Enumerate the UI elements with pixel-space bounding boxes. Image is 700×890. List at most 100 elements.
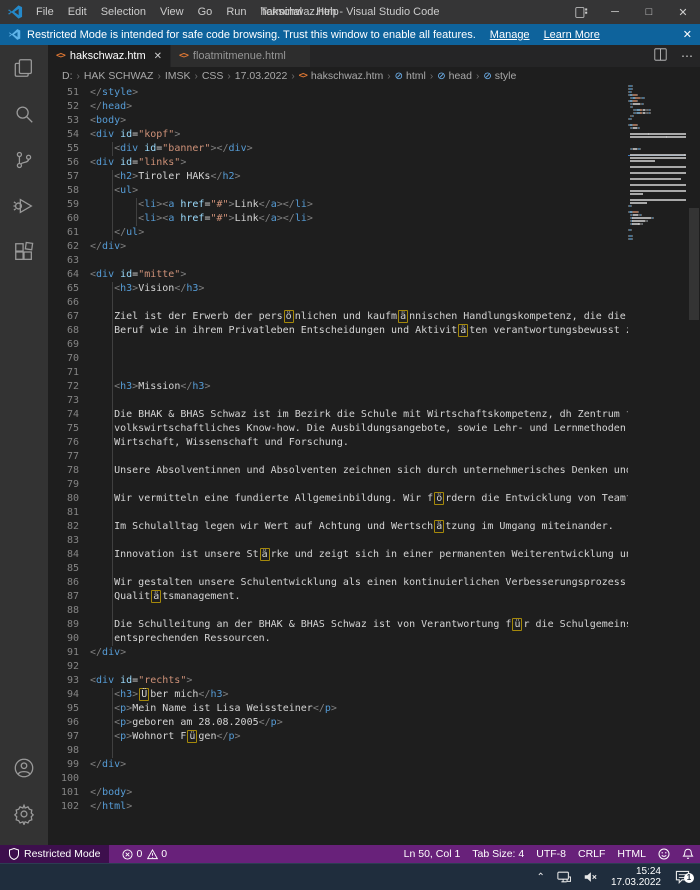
line-number[interactable]: 65 [61,282,79,296]
code-line-81[interactable]: 81 [48,506,628,520]
code-line-76[interactable]: 76 Wirtschaft, Wissenschaft und Forschun… [48,436,628,450]
tab-hakschwaz.htm[interactable]: <>hakschwaz.htm✕ [48,45,171,67]
line-number[interactable]: 76 [61,436,79,450]
line-number[interactable]: 84 [61,548,79,562]
search-icon[interactable] [0,91,48,137]
menu-selection[interactable]: Selection [94,0,153,24]
menu-run[interactable]: Run [219,0,253,24]
code-line-62[interactable]: 62</div> [48,240,628,254]
code-line-99[interactable]: 99</div> [48,758,628,772]
code-line-68[interactable]: 68 Beruf wie in ihrem Privatleben Entsch… [48,324,628,338]
code-line-64[interactable]: 64<div id="mitte"> [48,268,628,282]
line-number[interactable]: 63 [61,254,79,268]
volume-muted-icon[interactable] [577,870,603,884]
code-line-71[interactable]: 71 [48,366,628,380]
code-line-83[interactable]: 83 [48,534,628,548]
banner-manage-link[interactable]: Manage [490,29,530,41]
line-number[interactable]: 101 [61,786,79,800]
code-line-82[interactable]: 82 Im Schulalltag legen wir Wert auf Ach… [48,520,628,534]
code-line-79[interactable]: 79 [48,478,628,492]
code-line-63[interactable]: 63 [48,254,628,268]
code-line-60[interactable]: 60 <li><a href="#">Link</a></li> [48,212,628,226]
menu-terminal[interactable]: Terminal [254,0,310,24]
code-line-94[interactable]: 94 <h3>Über mich</h3> [48,688,628,702]
code-line-67[interactable]: 67 Ziel ist der Erwerb der persönlichen … [48,310,628,324]
minimap[interactable] [628,85,688,845]
line-number[interactable]: 91 [61,646,79,660]
line-number[interactable]: 90 [61,632,79,646]
split-editor-icon[interactable] [647,48,674,64]
breadcrumb-item-17-03-2022[interactable]: 17.03.2022 [235,70,288,82]
code-line-51[interactable]: 51</style> [48,86,628,100]
menu-go[interactable]: Go [191,0,220,24]
status-utf-8[interactable]: UTF-8 [530,845,572,863]
line-number[interactable]: 70 [61,352,79,366]
line-number[interactable]: 97 [61,730,79,744]
code-line-74[interactable]: 74 Die BHAK & BHAS Schwaz ist im Bezirk … [48,408,628,422]
code-line-80[interactable]: 80 Wir vermitteln eine fundierte Allgeme… [48,492,628,506]
code-line-77[interactable]: 77 [48,450,628,464]
tab-close-icon[interactable]: ✕ [154,51,162,62]
settings-gear-icon[interactable] [0,791,48,837]
line-number[interactable]: 56 [61,156,79,170]
code-line-101[interactable]: 101</body> [48,786,628,800]
code-line-95[interactable]: 95 <p>Mein Name ist Lisa Weissteiner</p> [48,702,628,716]
code-line-85[interactable]: 85 [48,562,628,576]
breadcrumb-item-hakschwaz-htm[interactable]: <>hakschwaz.htm [299,70,384,82]
line-number[interactable]: 57 [61,170,79,184]
line-number[interactable]: 60 [61,212,79,226]
code-line-57[interactable]: 57 <h2>Tiroler HAKs</h2> [48,170,628,184]
line-number[interactable]: 72 [61,380,79,394]
line-number[interactable]: 77 [61,450,79,464]
breadcrumb-item-html[interactable]: ⊘html [395,70,426,82]
code-line-53[interactable]: 53<body> [48,114,628,128]
network-display-icon[interactable] [551,870,577,884]
more-actions-icon[interactable]: ⋯ [674,49,700,63]
status-crlf[interactable]: CRLF [572,845,611,863]
breadcrumb-item-hak-schwaz[interactable]: HAK SCHWAZ [84,70,154,82]
code-line-55[interactable]: 55 <div id="banner"></div> [48,142,628,156]
line-number[interactable]: 89 [61,618,79,632]
line-number[interactable]: 68 [61,324,79,338]
line-number[interactable]: 66 [61,296,79,310]
line-number[interactable]: 94 [61,688,79,702]
code-line-90[interactable]: 90 entsprechenden Ressourcen. [48,632,628,646]
line-number[interactable]: 85 [61,562,79,576]
code-line-92[interactable]: 92 [48,660,628,674]
code-line-65[interactable]: 65 <h3>Vision</h3> [48,282,628,296]
code-line-70[interactable]: 70 [48,352,628,366]
line-number[interactable]: 95 [61,702,79,716]
code-line-97[interactable]: 97 <p>Wohnort Fügen</p> [48,730,628,744]
line-number[interactable]: 54 [61,128,79,142]
breadcrumb-item-css[interactable]: CSS [202,70,224,82]
line-number[interactable]: 78 [61,464,79,478]
menu-file[interactable]: File [29,0,61,24]
line-number[interactable]: 59 [61,198,79,212]
code-line-100[interactable]: 100 [48,772,628,786]
line-number[interactable]: 93 [61,674,79,688]
restricted-mode-status[interactable]: Restricted Mode [0,845,109,863]
line-number[interactable]: 52 [61,100,79,114]
feedback-smiley-icon[interactable] [652,845,676,863]
banner-close-icon[interactable]: ✕ [683,28,692,41]
extensions-icon[interactable] [0,229,48,275]
code-line-78[interactable]: 78 Unsere Absolventinnen und Absolventen… [48,464,628,478]
line-number[interactable]: 80 [61,492,79,506]
line-number[interactable]: 86 [61,576,79,590]
scrollbar[interactable] [688,85,700,845]
status-ln-50-col-1[interactable]: Ln 50, Col 1 [398,845,467,863]
status-tab-size-4[interactable]: Tab Size: 4 [466,845,530,863]
line-number[interactable]: 58 [61,184,79,198]
menu-view[interactable]: View [153,0,191,24]
line-number[interactable]: 55 [61,142,79,156]
status-html[interactable]: HTML [611,845,652,863]
line-number[interactable]: 102 [61,800,79,814]
code-line-72[interactable]: 72 <h3>Mission</h3> [48,380,628,394]
scrollbar-thumb[interactable] [689,208,699,320]
line-number[interactable]: 75 [61,422,79,436]
code-line-102[interactable]: 102</html> [48,800,628,814]
line-number[interactable]: 73 [61,394,79,408]
line-number[interactable]: 62 [61,240,79,254]
line-number[interactable]: 53 [61,114,79,128]
code-line-86[interactable]: 86 Wir gestalten unsere Schulentwicklung… [48,576,628,590]
